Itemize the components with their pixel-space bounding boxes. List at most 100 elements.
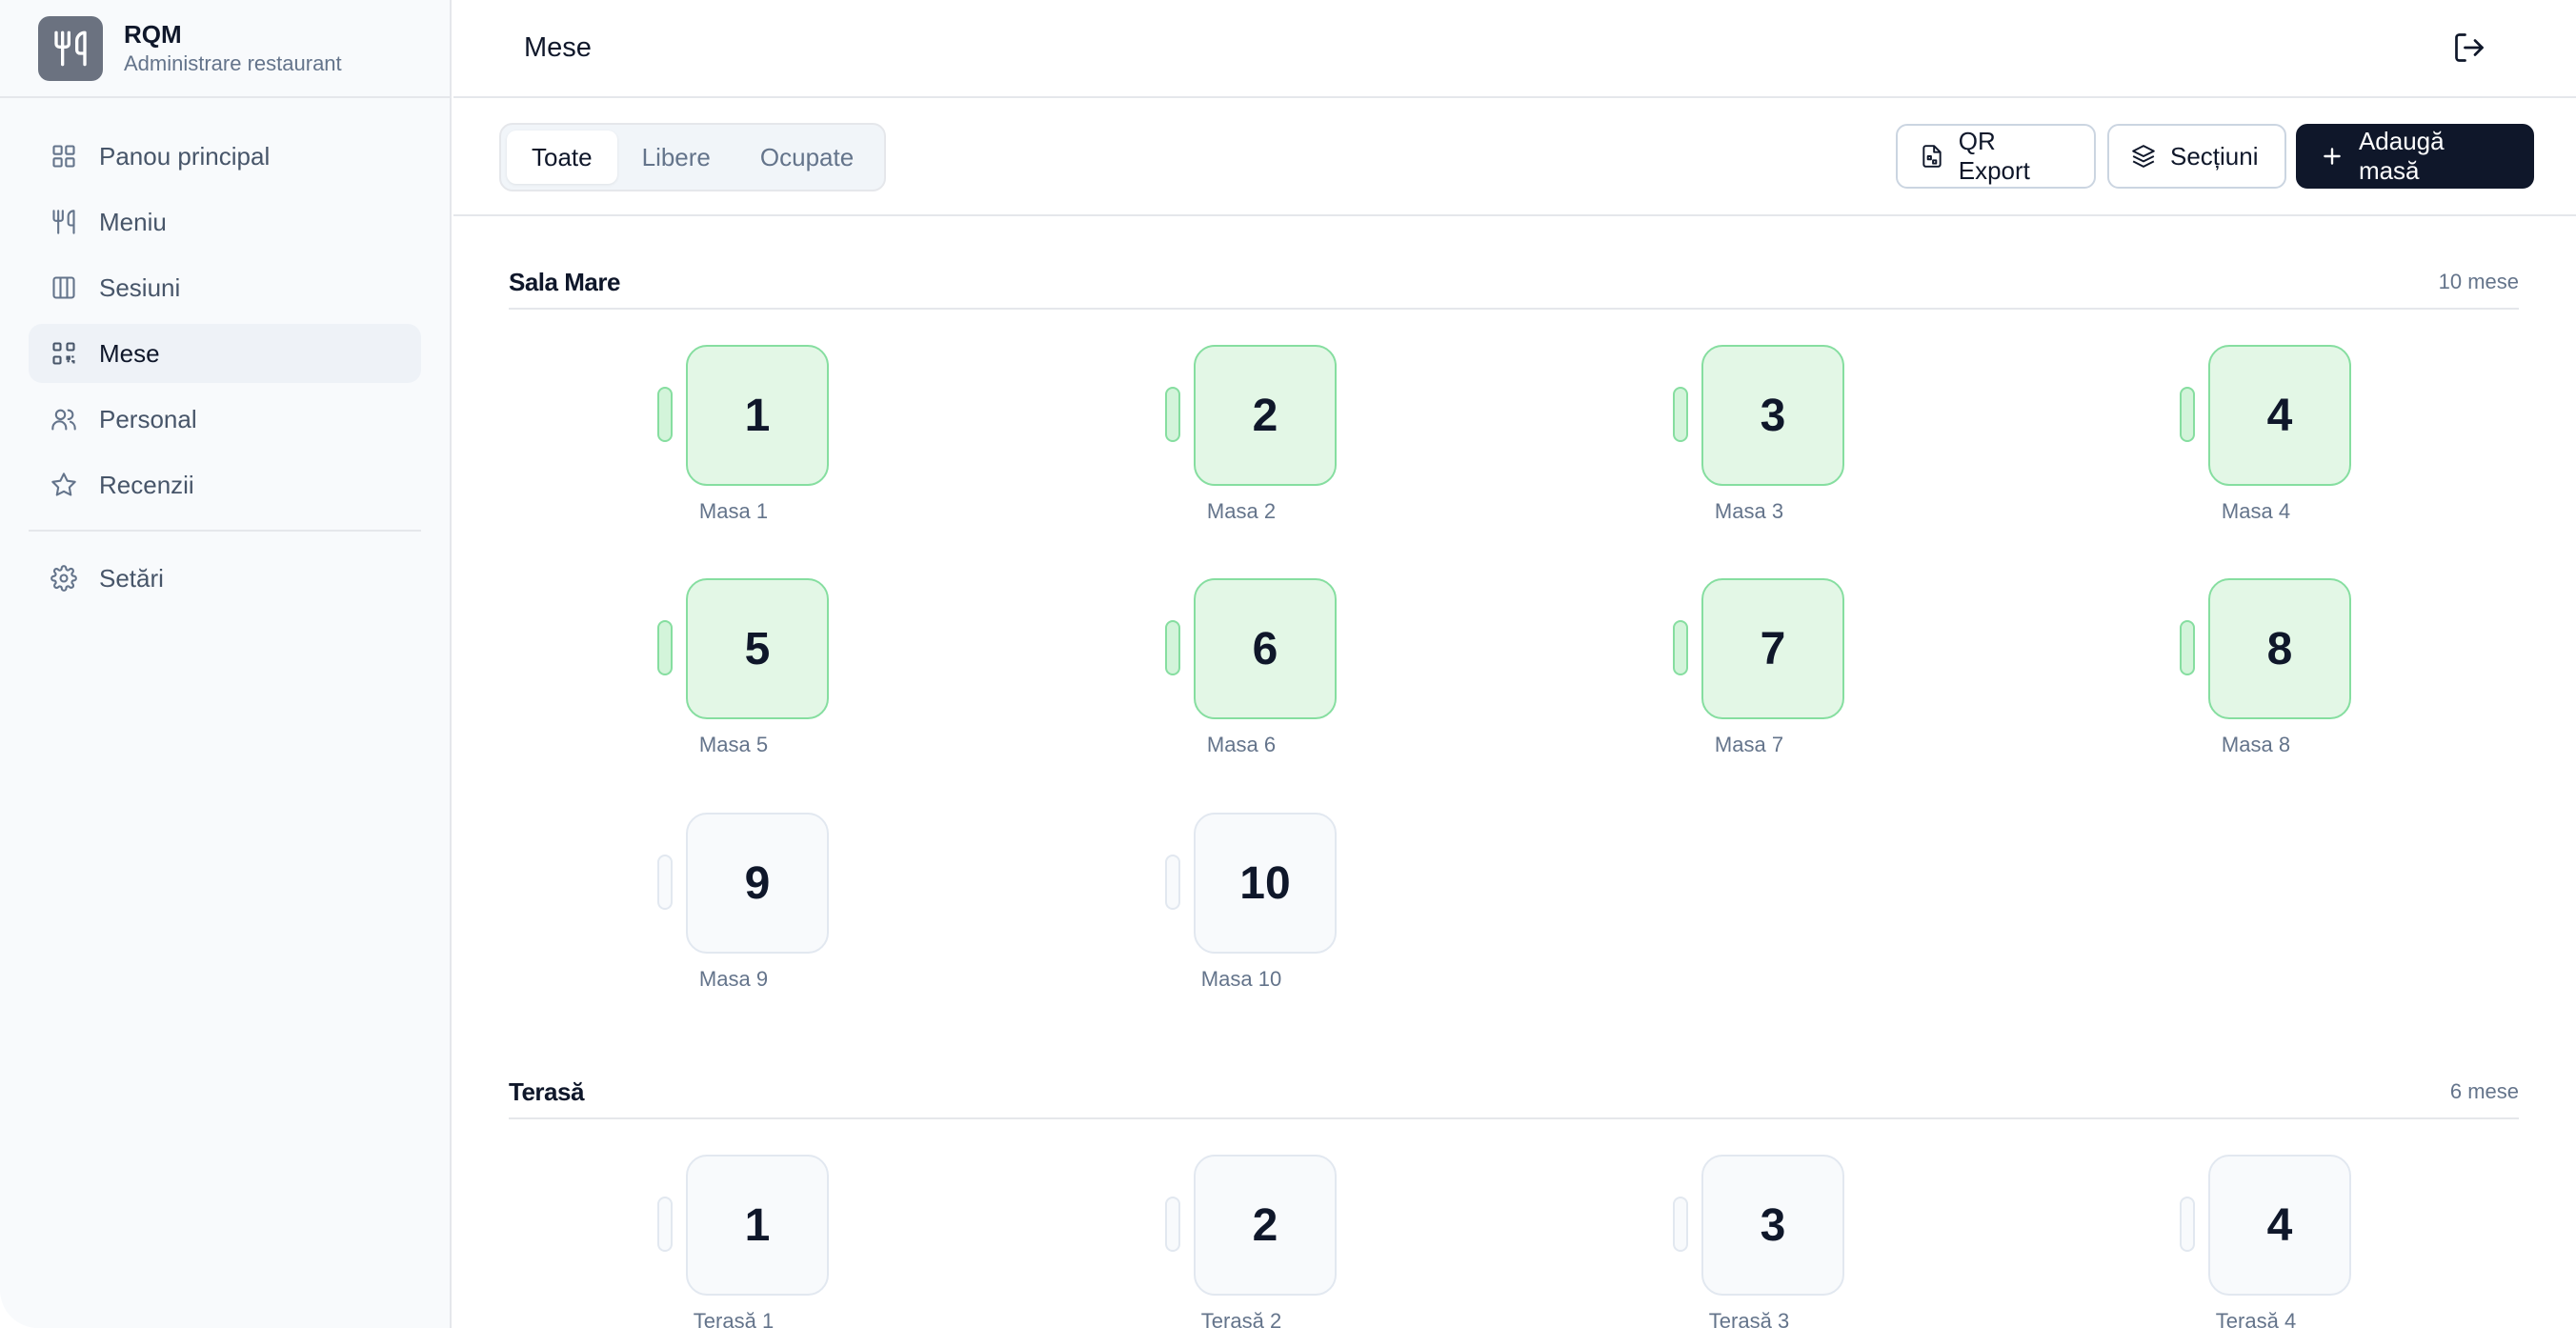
logout-icon bbox=[2452, 30, 2486, 70]
grid-icon bbox=[50, 142, 78, 171]
table-number: 8 bbox=[2208, 578, 2351, 719]
qr-export-label: QR Export bbox=[1958, 127, 2030, 185]
sidebar-item-label: Recenzii bbox=[99, 470, 194, 499]
table-card[interactable]: 7 Masa 7 bbox=[1644, 578, 1854, 769]
chair bbox=[657, 620, 673, 675]
sidebar-item-tables[interactable]: Mese bbox=[29, 324, 421, 383]
table-name: Masa 10 bbox=[1200, 967, 1282, 991]
qr-export-button[interactable]: QR Export bbox=[1896, 124, 2096, 189]
star-icon bbox=[50, 471, 78, 499]
table-number: 7 bbox=[1701, 578, 1844, 719]
section-header: Sala Mare 10 mese bbox=[509, 252, 2519, 310]
table-card[interactable]: 8 Masa 8 bbox=[2151, 578, 2361, 769]
chair bbox=[1165, 620, 1180, 675]
table-number: 9 bbox=[686, 813, 829, 954]
table-card[interactable]: 6 Masa 6 bbox=[1137, 578, 1346, 769]
table-number: 2 bbox=[1194, 1155, 1337, 1296]
app-window: RQM Administrare restaurant Panou princi… bbox=[0, 0, 2576, 1328]
table-number: 1 bbox=[686, 1155, 829, 1296]
table-name: Masa 6 bbox=[1206, 733, 1277, 756]
layers-icon bbox=[2130, 143, 2157, 170]
add-table-label: Adaugă masă bbox=[2358, 127, 2445, 185]
table-name: Masa 5 bbox=[698, 733, 769, 756]
tab-all[interactable]: Toate bbox=[507, 131, 617, 184]
section-count: 6 mese bbox=[2449, 1079, 2519, 1103]
section-title: Terasă bbox=[509, 1077, 584, 1106]
table-number: 3 bbox=[1701, 1155, 1844, 1296]
sidebar-item-settings[interactable]: Setări bbox=[29, 549, 421, 608]
table-card[interactable]: 4 Terasă 4 bbox=[2151, 1155, 2361, 1328]
sidebar: RQM Administrare restaurant Panou princi… bbox=[0, 0, 452, 1328]
table-card[interactable]: 9 Masa 9 bbox=[629, 813, 838, 1003]
table-card[interactable]: 5 Masa 5 bbox=[629, 578, 838, 769]
table-name: Masa 9 bbox=[698, 967, 769, 991]
sidebar-item-label: Meniu bbox=[99, 207, 167, 236]
sidebar-nav: Panou principal Meniu Sesiuni Mese Perso… bbox=[0, 98, 450, 608]
logout-button[interactable] bbox=[2448, 29, 2490, 70]
sections-label: Secțiuni bbox=[2170, 141, 2259, 171]
table-name: Terasă 4 bbox=[2215, 1309, 2297, 1328]
chair bbox=[1165, 387, 1180, 442]
chair bbox=[657, 1197, 673, 1252]
table-name: Terasă 1 bbox=[693, 1309, 775, 1328]
table-name: Masa 2 bbox=[1206, 499, 1277, 523]
chair bbox=[1165, 1197, 1180, 1252]
chair bbox=[1165, 855, 1180, 910]
table-number: 2 bbox=[1194, 345, 1337, 486]
tab-free[interactable]: Libere bbox=[617, 131, 735, 184]
section-count: 10 mese bbox=[2438, 270, 2519, 293]
table-name: Terasă 2 bbox=[1200, 1309, 1282, 1328]
sidebar-item-reviews[interactable]: Recenzii bbox=[29, 455, 421, 514]
table-number: 1 bbox=[686, 345, 829, 486]
sidebar-item-label: Personal bbox=[99, 404, 197, 433]
table-card[interactable]: 1 Masa 1 bbox=[629, 345, 838, 535]
main-area: Mese Toate Libere Ocupate QR Export Secț… bbox=[453, 0, 2576, 1328]
sidebar-item-label: Panou principal bbox=[99, 141, 271, 171]
brand-subtitle: Administrare restaurant bbox=[124, 50, 342, 75]
table-card[interactable]: 2 Masa 2 bbox=[1137, 345, 1346, 535]
table-card[interactable]: 10 Masa 10 bbox=[1137, 813, 1346, 1003]
table-card[interactable]: 4 Masa 4 bbox=[2151, 345, 2361, 535]
status-filter-tabs: Toate Libere Ocupate bbox=[499, 123, 887, 191]
table-card[interactable]: 3 Terasă 3 bbox=[1644, 1155, 1854, 1328]
table-name: Masa 8 bbox=[2221, 733, 2291, 756]
section-title: Sala Mare bbox=[509, 268, 620, 296]
table-name: Masa 1 bbox=[698, 499, 769, 523]
table-card[interactable]: 2 Terasă 2 bbox=[1137, 1155, 1346, 1328]
sidebar-item-label: Sesiuni bbox=[99, 272, 181, 302]
columns-icon bbox=[50, 273, 78, 302]
table-number: 4 bbox=[2208, 1155, 2351, 1296]
table-name: Masa 4 bbox=[2221, 499, 2291, 523]
sidebar-item-sessions[interactable]: Sesiuni bbox=[29, 258, 421, 317]
section-header: Terasă 6 mese bbox=[509, 1062, 2519, 1119]
sections-button[interactable]: Secțiuni bbox=[2107, 124, 2286, 189]
table-number: 3 bbox=[1701, 345, 1844, 486]
page-title: Mese bbox=[524, 32, 592, 63]
sidebar-divider bbox=[29, 530, 421, 532]
file-qr-icon bbox=[1919, 143, 1945, 170]
table-name: Masa 7 bbox=[1714, 733, 1784, 756]
table-card[interactable]: 1 Terasă 1 bbox=[629, 1155, 838, 1328]
chair bbox=[2180, 620, 2195, 675]
sidebar-item-dashboard[interactable]: Panou principal bbox=[29, 127, 421, 186]
table-number: 5 bbox=[686, 578, 829, 719]
table-name: Terasă 3 bbox=[1708, 1309, 1790, 1328]
add-table-button[interactable]: Adaugă masă bbox=[2296, 124, 2534, 189]
brand-header: RQM Administrare restaurant bbox=[0, 0, 450, 98]
sidebar-item-label: Setări bbox=[99, 563, 164, 593]
chair bbox=[1673, 387, 1688, 442]
table-number: 4 bbox=[2208, 345, 2351, 486]
chair bbox=[2180, 387, 2195, 442]
sidebar-item-staff[interactable]: Personal bbox=[29, 390, 421, 449]
users-icon bbox=[50, 405, 78, 433]
chair bbox=[657, 855, 673, 910]
utensils-icon bbox=[50, 208, 78, 236]
brand-title: RQM bbox=[124, 19, 182, 49]
table-card[interactable]: 3 Masa 3 bbox=[1644, 345, 1854, 535]
sidebar-item-menu[interactable]: Meniu bbox=[29, 192, 421, 252]
tab-occupied[interactable]: Ocupate bbox=[735, 131, 878, 184]
utensils-logo-icon bbox=[38, 15, 103, 81]
chair bbox=[1673, 620, 1688, 675]
table-name: Masa 3 bbox=[1714, 499, 1784, 523]
table-number: 10 bbox=[1194, 813, 1337, 954]
